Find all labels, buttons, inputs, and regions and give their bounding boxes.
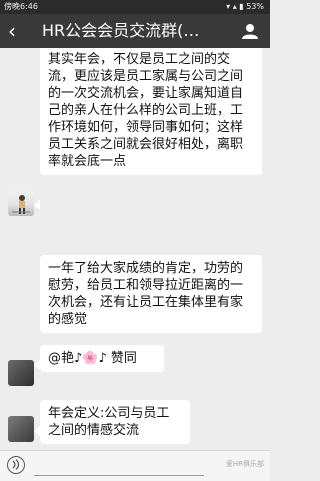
message-bubble[interactable]: 年会定义:公司与员工之间的情感交流 bbox=[40, 400, 190, 444]
avatar[interactable] bbox=[8, 360, 34, 386]
back-arrow-icon[interactable]: ‹ bbox=[8, 20, 28, 42]
message-bubble[interactable]: 一年了给大家成绩的肯定，功劳的慰劳，给员工和领导拉近距离的一次机会，还有让员工在… bbox=[40, 255, 262, 333]
message-list[interactable]: 其实年会，不仅是员工之间的交流，更应该是员工家属与公司之间的一次交流机会，要让家… bbox=[0, 48, 270, 450]
watermark: 爱HR俱乐部 bbox=[225, 460, 264, 468]
message-input[interactable] bbox=[34, 457, 204, 476]
avatar-figure-icon bbox=[12, 195, 30, 214]
bubble-tail bbox=[34, 200, 40, 210]
voice-input-icon[interactable] bbox=[7, 456, 25, 474]
group-info-icon[interactable] bbox=[240, 23, 260, 39]
avatar[interactable] bbox=[8, 416, 34, 442]
status-bar: 傍晚6:46 ▾ ▴ ▮ 53% bbox=[0, 0, 270, 14]
status-system-icons: ▾ ▴ ▮ 53% bbox=[226, 2, 264, 11]
message-bubble[interactable]: 其实年会，不仅是员工之间的交流，更应该是员工家属与公司之间的一次交流机会，要让家… bbox=[40, 48, 262, 175]
status-time: 傍晚6:46 bbox=[4, 2, 38, 11]
chat-title: HR公会会员交流群(… bbox=[42, 21, 200, 40]
chat-header: ‹ HR公会会员交流群(… bbox=[0, 14, 270, 48]
message-bubble[interactable]: @艳♪🌸♪ 赞同 bbox=[40, 345, 164, 372]
avatar[interactable] bbox=[8, 190, 34, 216]
input-bar: 爱HR俱乐部 bbox=[0, 450, 270, 481]
